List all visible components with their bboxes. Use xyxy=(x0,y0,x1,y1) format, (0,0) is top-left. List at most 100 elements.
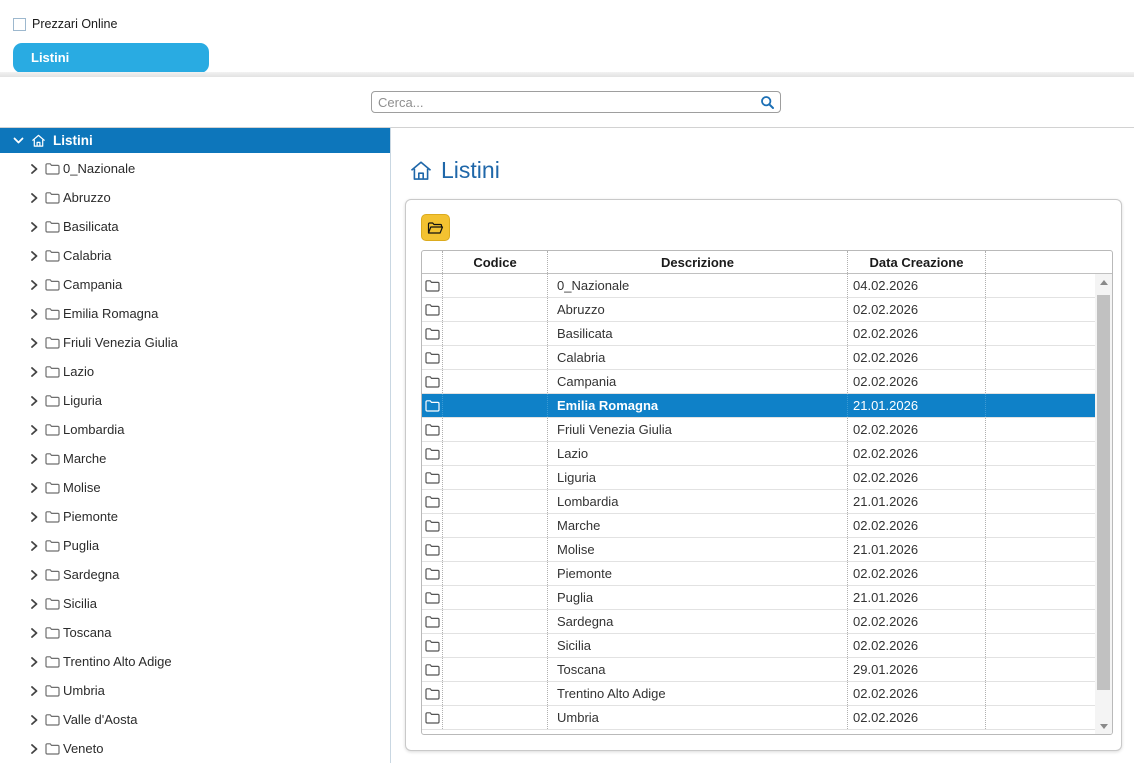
sidebar-item[interactable]: Lazio xyxy=(0,357,390,386)
sidebar-item[interactable]: Trentino Alto Adige xyxy=(0,647,390,676)
header-codice[interactable]: Codice xyxy=(443,251,548,273)
vertical-scrollbar[interactable] xyxy=(1095,274,1112,734)
sidebar-item[interactable]: Veneto xyxy=(0,734,390,763)
chevron-right-icon[interactable] xyxy=(29,251,39,261)
open-folder-icon xyxy=(427,221,444,235)
folder-icon xyxy=(45,336,60,349)
folder-icon xyxy=(45,365,60,378)
scroll-down-button[interactable] xyxy=(1095,718,1112,734)
table-row[interactable]: Calabria 02.02.2026 xyxy=(422,346,1095,370)
table-row[interactable]: Basilicata 02.02.2026 xyxy=(422,322,1095,346)
chevron-right-icon[interactable] xyxy=(29,396,39,406)
folder-icon xyxy=(45,481,60,494)
chevron-right-icon[interactable] xyxy=(29,686,39,696)
table-row[interactable]: Lazio 02.02.2026 xyxy=(422,442,1095,466)
sidebar-item[interactable]: 0_Nazionale xyxy=(0,154,390,183)
folder-icon xyxy=(45,510,60,523)
page-title-text: Listini xyxy=(441,157,500,184)
cell-empty xyxy=(986,346,1095,369)
chevron-right-icon[interactable] xyxy=(29,512,39,522)
chevron-right-icon[interactable] xyxy=(29,599,39,609)
sidebar-item[interactable]: Campania xyxy=(0,270,390,299)
folder-icon xyxy=(45,539,60,552)
tab-listini[interactable]: Listini xyxy=(13,43,209,73)
sidebar-item[interactable]: Liguria xyxy=(0,386,390,415)
sidebar-item[interactable]: Emilia Romagna xyxy=(0,299,390,328)
sidebar-item[interactable]: Valle d'Aosta xyxy=(0,705,390,734)
sidebar-item[interactable]: Friuli Venezia Giulia xyxy=(0,328,390,357)
chevron-right-icon[interactable] xyxy=(29,541,39,551)
search-button[interactable] xyxy=(754,92,780,112)
chevron-right-icon[interactable] xyxy=(29,744,39,754)
open-folder-button[interactable] xyxy=(421,214,450,241)
sidebar-item[interactable]: Sardegna xyxy=(0,560,390,589)
sidebar-item[interactable]: Umbria xyxy=(0,676,390,705)
header-icon-col xyxy=(422,251,443,273)
header-descrizione[interactable]: Descrizione xyxy=(548,251,848,273)
table-row[interactable]: 0_Nazionale 04.02.2026 xyxy=(422,274,1095,298)
table-row[interactable]: Lombardia 21.01.2026 xyxy=(422,490,1095,514)
prezzari-online-checkbox[interactable] xyxy=(13,18,26,31)
table-row[interactable]: Toscana 29.01.2026 xyxy=(422,658,1095,682)
table-row[interactable]: Campania 02.02.2026 xyxy=(422,370,1095,394)
table-row[interactable]: Trentino Alto Adige 02.02.2026 xyxy=(422,682,1095,706)
sidebar-item[interactable]: Piemonte xyxy=(0,502,390,531)
sidebar-item[interactable]: Toscana xyxy=(0,618,390,647)
chevron-down-icon[interactable] xyxy=(13,135,24,146)
folder-icon xyxy=(45,568,60,581)
table-row[interactable]: Emilia Romagna 21.01.2026 xyxy=(422,394,1095,418)
table-row[interactable]: Piemonte 02.02.2026 xyxy=(422,562,1095,586)
sidebar-item-label: Trentino Alto Adige xyxy=(63,654,172,669)
table-row[interactable]: Umbria 02.02.2026 xyxy=(422,706,1095,730)
sidebar-item-label: 0_Nazionale xyxy=(63,161,135,176)
chevron-right-icon[interactable] xyxy=(29,483,39,493)
chevron-right-icon[interactable] xyxy=(29,280,39,290)
table-row[interactable]: Marche 02.02.2026 xyxy=(422,514,1095,538)
chevron-right-icon[interactable] xyxy=(29,570,39,580)
content-panel: Codice Descrizione Data Creazione 0_Nazi… xyxy=(405,199,1122,751)
table-row[interactable]: Puglia 21.01.2026 xyxy=(422,586,1095,610)
cell-empty xyxy=(986,466,1095,489)
sidebar-divider xyxy=(390,127,391,763)
chevron-right-icon[interactable] xyxy=(29,338,39,348)
sidebar-item[interactable]: Calabria xyxy=(0,241,390,270)
cell-empty xyxy=(986,538,1095,561)
sidebar-item[interactable]: Puglia xyxy=(0,531,390,560)
chevron-right-icon[interactable] xyxy=(29,309,39,319)
sidebar-root[interactable]: Listini xyxy=(0,128,390,153)
cell-empty xyxy=(986,442,1095,465)
sidebar-item[interactable]: Basilicata xyxy=(0,212,390,241)
cell-codice xyxy=(443,490,548,513)
sidebar-item[interactable]: Lombardia xyxy=(0,415,390,444)
chevron-right-icon[interactable] xyxy=(29,164,39,174)
sidebar-item[interactable]: Molise xyxy=(0,473,390,502)
cell-codice xyxy=(443,706,548,729)
chevron-right-icon[interactable] xyxy=(29,367,39,377)
sidebar-item[interactable]: Abruzzo xyxy=(0,183,390,212)
cell-descrizione: Molise xyxy=(548,538,848,561)
chevron-right-icon[interactable] xyxy=(29,657,39,667)
cell-empty xyxy=(986,490,1095,513)
chevron-right-icon[interactable] xyxy=(29,628,39,638)
chevron-right-icon[interactable] xyxy=(29,425,39,435)
chevron-right-icon[interactable] xyxy=(29,454,39,464)
chevron-right-icon[interactable] xyxy=(29,222,39,232)
search-input[interactable] xyxy=(372,93,754,111)
scroll-up-button[interactable] xyxy=(1095,274,1112,290)
scrollbar-thumb[interactable] xyxy=(1097,295,1110,690)
triangle-up-icon xyxy=(1100,280,1108,285)
table-header: Codice Descrizione Data Creazione xyxy=(422,251,1112,274)
folder-icon xyxy=(422,610,443,633)
cell-data-creazione: 02.02.2026 xyxy=(848,370,986,393)
sidebar-item[interactable]: Marche xyxy=(0,444,390,473)
sidebar-item[interactable]: Sicilia xyxy=(0,589,390,618)
chevron-right-icon[interactable] xyxy=(29,715,39,725)
table-row[interactable]: Liguria 02.02.2026 xyxy=(422,466,1095,490)
table-row[interactable]: Sardegna 02.02.2026 xyxy=(422,610,1095,634)
chevron-right-icon[interactable] xyxy=(29,193,39,203)
table-row[interactable]: Friuli Venezia Giulia 02.02.2026 xyxy=(422,418,1095,442)
header-data-creazione[interactable]: Data Creazione xyxy=(848,251,986,273)
table-row[interactable]: Molise 21.01.2026 xyxy=(422,538,1095,562)
table-row[interactable]: Sicilia 02.02.2026 xyxy=(422,634,1095,658)
table-row[interactable]: Abruzzo 02.02.2026 xyxy=(422,298,1095,322)
